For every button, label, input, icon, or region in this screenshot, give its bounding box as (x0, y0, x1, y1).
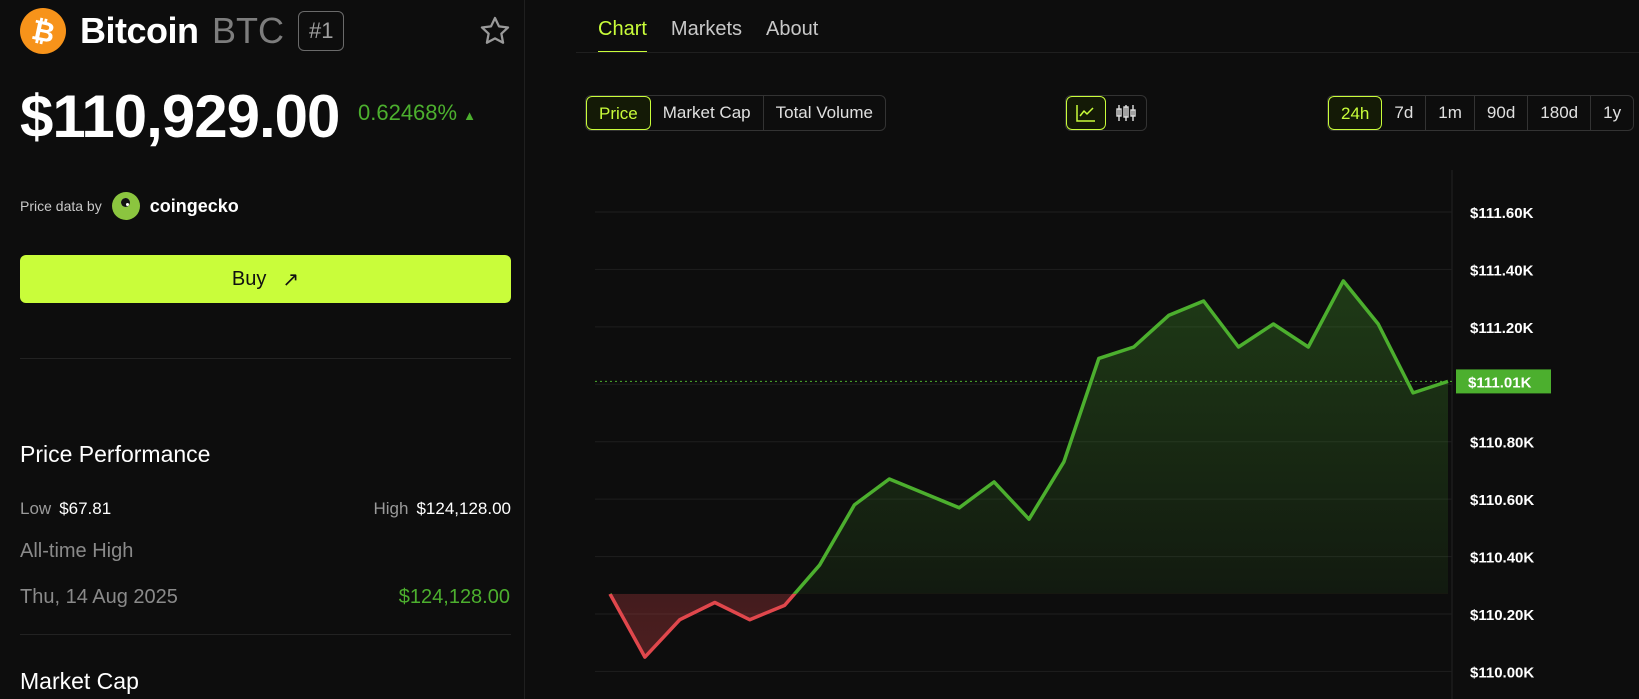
high-value: $124,128.00 (416, 499, 511, 518)
star-icon[interactable] (478, 14, 512, 48)
coin-panel: ₿ Bitcoin BTC #1 $110,929.00 0.62468% ▲ P… (0, 0, 525, 699)
rank-badge: #1 (298, 11, 345, 51)
buy-label: Buy (231, 267, 267, 290)
low-high-row: Low $67.81 High $124,128.00 (20, 499, 511, 519)
divider (20, 634, 511, 635)
y-tick-label: $110.80K (1470, 435, 1534, 452)
low-group: Low $67.81 (20, 499, 111, 518)
metric-total-volume-button[interactable]: Total Volume (764, 96, 885, 130)
range-180d-button[interactable]: 180d (1528, 96, 1592, 130)
range-1m-button[interactable]: 1m (1426, 96, 1475, 130)
y-tick-label: $111.20K (1470, 320, 1534, 337)
y-tick-label: $110.40K (1470, 550, 1534, 567)
range-24h-button[interactable]: 24h (1328, 96, 1383, 130)
line-chart-icon (1076, 105, 1095, 122)
buy-button[interactable]: Buy ↗ (20, 255, 511, 303)
up-arrow-icon: ▲ (463, 108, 476, 123)
arrow-up-right-icon: ↗ (282, 268, 300, 291)
coin-symbol: BTC (212, 10, 284, 51)
y-tick-label: $110.00K (1470, 664, 1534, 681)
price-performance-title: Price Performance (20, 441, 211, 467)
y-tick-label: $110.60K (1470, 492, 1534, 509)
low-label: Low (20, 499, 52, 518)
metric-market-cap-button[interactable]: Market Cap (651, 96, 764, 130)
current-price: $110,929.00 (20, 83, 340, 150)
ath-date: Thu, 14 Aug 2025 (20, 586, 178, 608)
range-90d-button[interactable]: 90d (1475, 96, 1529, 130)
coin-name: Bitcoin (80, 10, 199, 51)
tab-divider (576, 52, 1639, 53)
market-cap-title: Market Cap (20, 668, 139, 694)
coingecko-name[interactable]: coingecko (150, 196, 239, 217)
bitcoin-symbol: ₿ (28, 12, 58, 50)
tab-bar: Chart Markets About (598, 18, 818, 53)
high-label: High (373, 499, 409, 518)
line-chart-button[interactable] (1066, 96, 1106, 130)
tab-about[interactable]: About (766, 18, 818, 53)
ath-label: All-time High (20, 540, 134, 562)
metric-price-button[interactable]: Price (586, 96, 651, 130)
tab-markets[interactable]: Markets (671, 18, 742, 53)
tab-chart[interactable]: Chart (598, 18, 647, 53)
divider (20, 358, 511, 359)
y-tick-label: $111.40K (1470, 262, 1534, 279)
price-change: 0.62468% ▲ (358, 100, 476, 126)
coingecko-logo-icon (111, 192, 140, 220)
price-data-attribution: Price data by coingecko (20, 192, 239, 220)
y-tick-label: $110.20K (1470, 607, 1534, 624)
ath-value: $124,128.00 (398, 586, 510, 608)
high-group: High $124,128.00 (373, 499, 511, 519)
bitcoin-logo-icon: ₿ (20, 8, 66, 54)
candlestick-icon (1116, 105, 1136, 121)
metric-selector: Price Market Cap Total Volume (585, 95, 886, 131)
low-value: $67.81 (59, 499, 112, 518)
price-change-value: 0.62468% (358, 100, 458, 125)
price-data-label: Price data by (20, 198, 102, 214)
range-1y-button[interactable]: 1y (1591, 96, 1633, 130)
range-7d-button[interactable]: 7d (1382, 96, 1427, 130)
chart-type-selector (1065, 95, 1147, 131)
current-price-label: $111.01K (1468, 374, 1532, 391)
time-range-selector: 24h 7d 1m 90d 180d 1y (1327, 95, 1635, 131)
candlestick-button[interactable] (1106, 96, 1146, 130)
y-tick-label: $111.60K (1470, 205, 1534, 222)
price-chart[interactable]: $110.20K$110.40K$110.60K$110.80K$111.00K… (540, 170, 1639, 699)
